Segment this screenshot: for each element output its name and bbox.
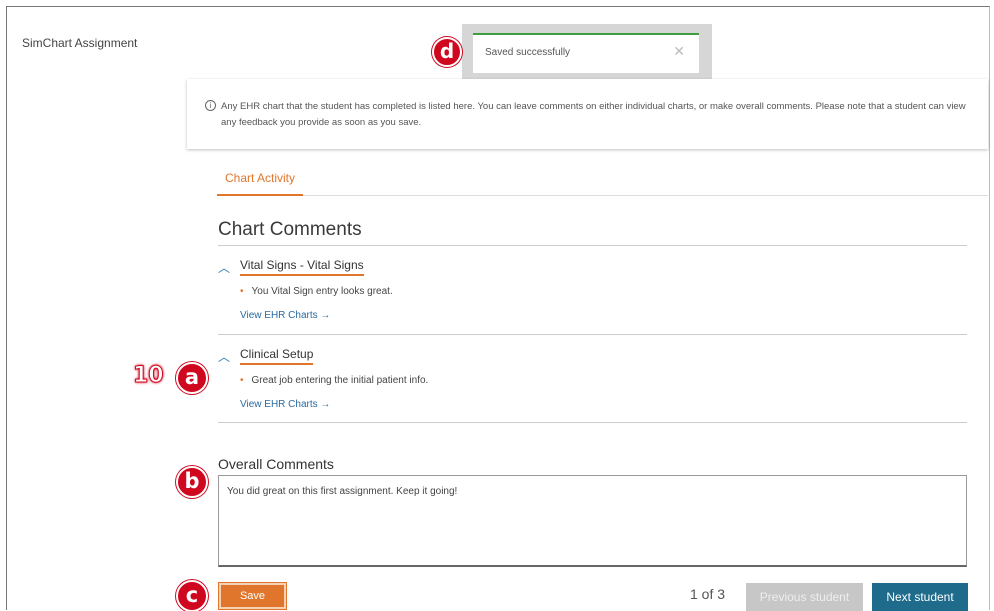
info-icon: i	[205, 100, 216, 111]
close-icon[interactable]: ✕	[673, 43, 685, 60]
tab-chart-activity[interactable]: Chart Activity	[217, 160, 304, 196]
chart-item-clinical-setup[interactable]: ︿ Clinical Setup	[218, 347, 314, 365]
chart-comment-text: Great job entering the initial patient i…	[251, 375, 429, 386]
chart-comments-title: Chart Comments	[218, 219, 362, 240]
overall-comments-label: Overall Comments	[218, 456, 334, 472]
student-page-count: 1 of 3	[690, 586, 726, 602]
next-student-button[interactable]: Next student	[872, 583, 968, 611]
tab-bar: Chart Activity	[217, 160, 988, 196]
divider	[218, 334, 967, 335]
bullet-icon: •	[240, 375, 244, 386]
info-panel: i Any EHR chart that the student has com…	[187, 79, 988, 149]
bullet-icon: •	[240, 286, 244, 297]
chart-comment: • You Vital Sign entry looks great.	[240, 286, 393, 297]
chart-comment: • Great job entering the initial patient …	[240, 375, 428, 386]
previous-student-button[interactable]: Previous student	[746, 583, 863, 611]
divider	[218, 422, 967, 423]
toast-notification: Saved successfully ✕	[473, 33, 699, 73]
marker-d: d	[432, 37, 462, 67]
save-button[interactable]: Save	[218, 582, 287, 610]
chevron-up-icon[interactable]: ︿	[218, 259, 234, 276]
chevron-up-icon[interactable]: ︿	[218, 348, 234, 365]
app-title: SimChart Assignment	[22, 36, 138, 50]
view-ehr-charts-link[interactable]: View EHR Charts →	[240, 399, 330, 410]
marker-c: c	[176, 580, 208, 611]
info-text: Any EHR chart that the student has compl…	[221, 101, 966, 128]
chart-item-title: Vital Signs - Vital Signs	[240, 258, 364, 276]
marker-a: a	[176, 362, 208, 394]
marker-b: b	[176, 466, 208, 498]
view-ehr-charts-link[interactable]: View EHR Charts →	[240, 310, 330, 321]
toast-container: Saved successfully ✕	[462, 24, 712, 84]
chart-comment-text: You Vital Sign entry looks great.	[251, 286, 393, 297]
chart-item-vital-signs[interactable]: ︿ Vital Signs - Vital Signs	[218, 258, 364, 276]
divider	[218, 245, 967, 246]
chart-item-title: Clinical Setup	[240, 347, 314, 365]
overall-comments-field[interactable]: You did great on this first assignment. …	[218, 475, 967, 567]
toast-message: Saved successfully	[485, 47, 571, 58]
marker-step-number: 10	[133, 363, 165, 389]
